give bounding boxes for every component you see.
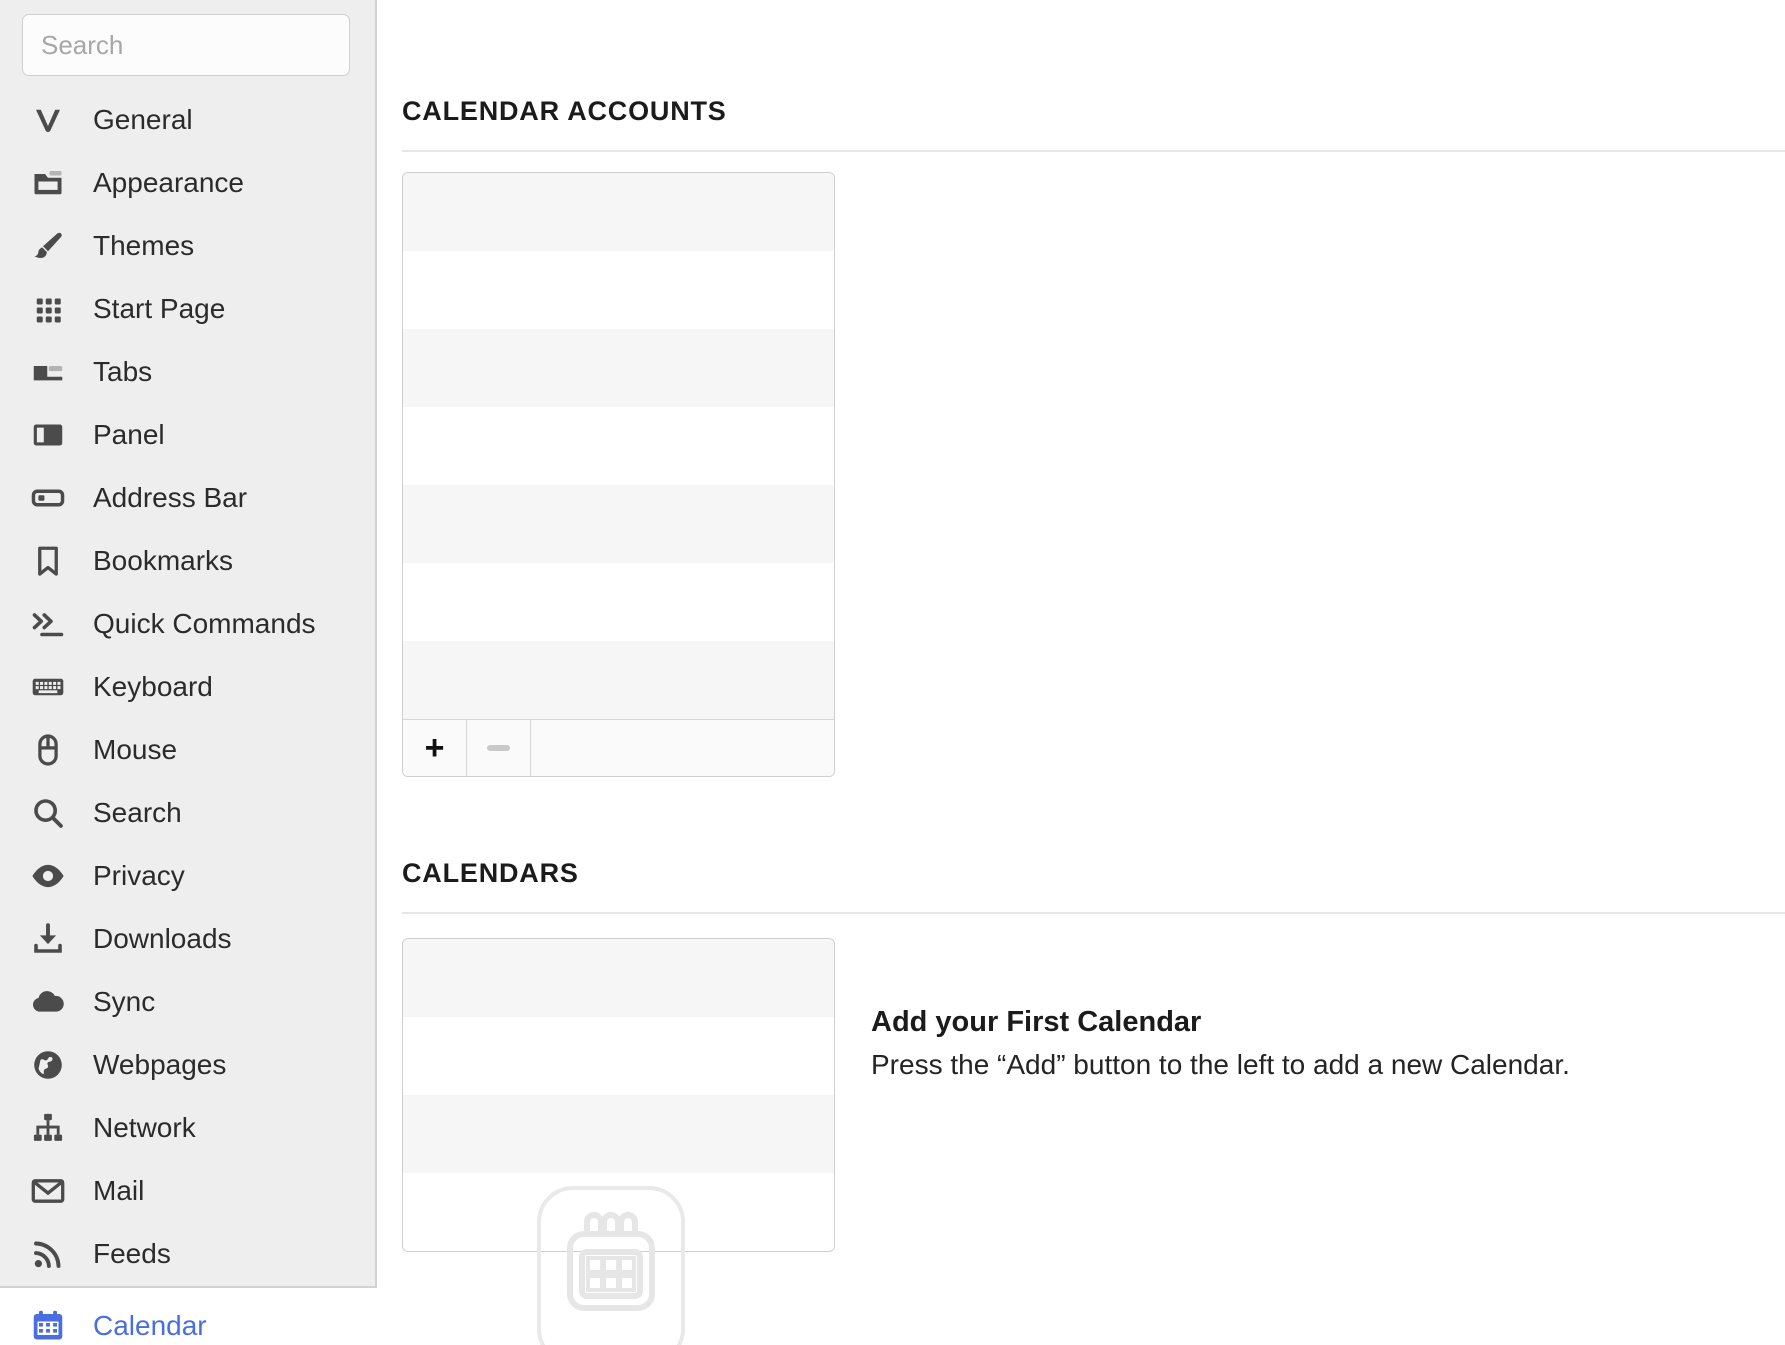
envelope-icon (28, 1171, 68, 1211)
sidebar-item-appearance[interactable]: Appearance (0, 151, 375, 214)
sidebar-item-label: Search (93, 796, 182, 828)
sidebar-item-network[interactable]: Network (0, 1096, 375, 1159)
sidebar-item-label: Quick Commands (93, 607, 316, 639)
sidebar-item-label: Themes (93, 229, 195, 261)
listbox-rows (403, 939, 834, 1251)
sidebar-item-general[interactable]: General (0, 88, 375, 151)
sidebar-item-label: Mouse (93, 733, 178, 765)
remove-account-button[interactable] (467, 720, 531, 776)
add-account-button[interactable]: + (403, 720, 467, 776)
cloud-icon (28, 982, 68, 1022)
list-item[interactable] (403, 1173, 834, 1251)
list-item[interactable] (403, 251, 834, 329)
list-item[interactable] (403, 563, 834, 641)
search-input[interactable] (22, 14, 350, 76)
sidebar-item-label: Start Page (93, 292, 226, 324)
list-item[interactable] (403, 329, 834, 407)
toolbar-spacer (531, 720, 834, 776)
calendar-accounts-listbox[interactable]: + (402, 172, 835, 777)
sidebar-item-mail[interactable]: Mail (0, 1159, 375, 1222)
sidebar-item-label: Webpages (93, 1048, 227, 1080)
sidebar-item-label: General (93, 103, 193, 135)
list-item[interactable] (403, 407, 834, 485)
sidebar-item-quick-commands[interactable]: Quick Commands (0, 592, 375, 655)
sidebar-item-label: Panel (93, 418, 165, 450)
panel-icon (28, 415, 68, 455)
sidebar-item-calendar[interactable]: Calendar (0, 1294, 377, 1345)
settings-sidebar: General Appearance Themes Start Page Tabs Pan… (0, 0, 377, 1288)
sidebar-item-label: Tabs (93, 355, 153, 387)
sidebar-item-label-calendar: Calendar (93, 1309, 207, 1341)
sidebar-nav-list: General Appearance Themes Start Page Tabs Pan… (0, 88, 375, 1285)
bookmark-icon (28, 541, 68, 581)
listbox-rows (403, 173, 834, 719)
empty-state-description: Press the “Add” button to the left to ad… (871, 1049, 1570, 1080)
mouse-icon (28, 730, 68, 770)
sidebar-item-themes[interactable]: Themes (0, 214, 375, 277)
minus-icon (487, 745, 510, 751)
tabs-icon (28, 352, 68, 392)
download-tray-icon (28, 919, 68, 959)
sidebar-item-downloads[interactable]: Downloads (0, 907, 375, 970)
vivaldi-v-icon (28, 100, 68, 140)
sidebar-item-privacy[interactable]: Privacy (0, 844, 375, 907)
list-item[interactable] (403, 173, 834, 251)
list-item[interactable] (403, 641, 834, 719)
window-folder-icon (28, 163, 68, 203)
sidebar-item-search[interactable]: Search (0, 781, 375, 844)
section-divider (402, 912, 1785, 914)
sidebar-item-keyboard[interactable]: Keyboard (0, 655, 375, 718)
section-divider (402, 150, 1785, 152)
chevrons-prompt-icon (28, 604, 68, 644)
rss-icon (28, 1234, 68, 1274)
sidebar-item-start-page[interactable]: Start Page (0, 277, 375, 340)
sidebar-item-label: Appearance (93, 166, 245, 198)
sidebar-item-feeds[interactable]: Feeds (0, 1222, 375, 1285)
calendars-empty-state: Add your First Calendar Press the “Add” … (871, 1008, 1751, 1079)
sidebar-item-label: Sync (93, 985, 156, 1017)
sidebar-item-label: Keyboard (93, 670, 213, 702)
section-title-calendars: CALENDARS (402, 858, 579, 888)
eye-icon (28, 856, 68, 896)
settings-page: General Appearance Themes Start Page Tabs Pan… (0, 0, 1785, 1345)
sidebar-item-label: Network (93, 1111, 196, 1143)
sidebar-item-webpages[interactable]: Webpages (0, 1033, 375, 1096)
sidebar-item-label: Downloads (93, 922, 232, 954)
sidebar-item-label: Mail (93, 1174, 145, 1206)
calendar-accounts-toolbar: + (403, 719, 834, 776)
calendars-listbox[interactable] (402, 938, 835, 1252)
address-bar-icon (28, 478, 68, 518)
empty-state-title: Add your First Calendar (871, 1006, 1202, 1038)
magnifier-icon (28, 793, 68, 833)
sidebar-item-label: Privacy (93, 859, 185, 891)
list-item[interactable] (403, 939, 834, 1017)
sidebar-item-panel[interactable]: Panel (0, 403, 375, 466)
sidebar-item-label: Address Bar (93, 481, 248, 513)
calendar-icon (28, 1306, 68, 1345)
sidebar-item-label: Feeds (93, 1237, 171, 1269)
keyboard-icon (28, 667, 68, 707)
sidebar-item-address-bar[interactable]: Address Bar (0, 466, 375, 529)
sidebar-item-tabs[interactable]: Tabs (0, 340, 375, 403)
grid-dots-icon (28, 289, 68, 329)
section-title-calendar-accounts: CALENDAR ACCOUNTS (402, 96, 727, 126)
paintbrush-icon (28, 226, 68, 266)
settings-main-content: CALENDAR ACCOUNTS + CALENDARS Add your F… (377, 0, 1785, 1345)
network-tree-icon (28, 1108, 68, 1148)
sidebar-item-sync[interactable]: Sync (0, 970, 375, 1033)
sidebar-item-bookmarks[interactable]: Bookmarks (0, 529, 375, 592)
list-item[interactable] (403, 485, 834, 563)
globe-icon (28, 1045, 68, 1085)
list-item[interactable] (403, 1017, 834, 1095)
list-item[interactable] (403, 1095, 834, 1173)
sidebar-item-mouse[interactable]: Mouse (0, 718, 375, 781)
search-field-wrapper (22, 14, 350, 76)
sidebar-item-label: Bookmarks (93, 544, 234, 576)
